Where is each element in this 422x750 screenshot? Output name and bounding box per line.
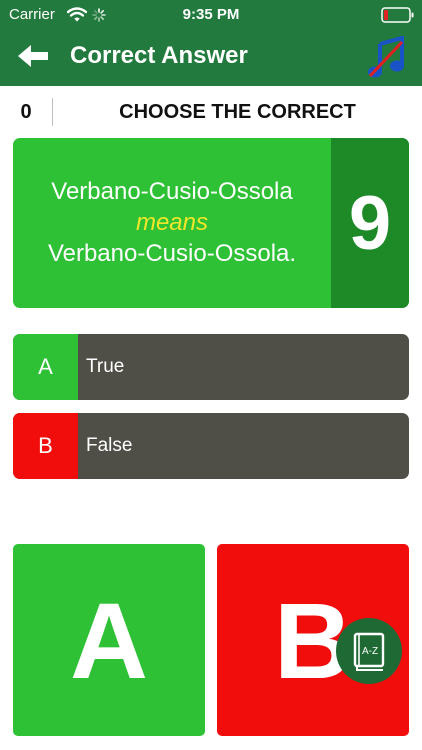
score-counter: 0 <box>20 101 32 123</box>
music-icon[interactable] <box>366 36 406 80</box>
dictionary-icon-text: A-Z <box>362 646 378 657</box>
option-b-label: False <box>86 435 133 456</box>
option-a-letter: A <box>13 334 78 400</box>
question-text: Verbano-Cusio-Ossola means Verbano-Cusio… <box>13 138 331 308</box>
question-definition: Verbano-Cusio-Ossola. <box>47 240 297 267</box>
timer-value: 9 <box>348 180 392 266</box>
status-bar: Carrier 9:35 PM <box>0 0 422 30</box>
question-header: 0 CHOOSE THE CORRECT <box>0 95 422 131</box>
question-card: Verbano-Cusio-Ossola means Verbano-Cusio… <box>13 138 409 308</box>
answer-a-button[interactable]: A <box>13 544 205 736</box>
nav-bar: Correct Answer <box>0 30 422 86</box>
back-arrow-icon[interactable] <box>16 42 50 70</box>
question-means-word: means <box>135 209 209 236</box>
instruction-text: CHOOSE THE CORRECT <box>119 101 356 123</box>
app-header: Carrier 9:35 PM Correct Answer <box>0 0 422 86</box>
option-a-true[interactable]: A True <box>13 334 409 400</box>
option-a-label: True <box>86 356 125 377</box>
answer-a-letter: A <box>70 579 148 701</box>
dictionary-button[interactable]: A-Z <box>336 618 402 684</box>
countdown-timer: 9 <box>331 138 409 308</box>
question-term: Verbano-Cusio-Ossola <box>51 178 293 205</box>
dictionary-book-icon: A-Z <box>353 632 385 671</box>
status-time: 9:35 PM <box>182 6 240 23</box>
page-title: Correct Answer <box>70 42 248 69</box>
battery-icon <box>381 7 414 23</box>
option-b-letter: B <box>13 413 78 479</box>
option-b-false[interactable]: B False <box>13 413 409 479</box>
